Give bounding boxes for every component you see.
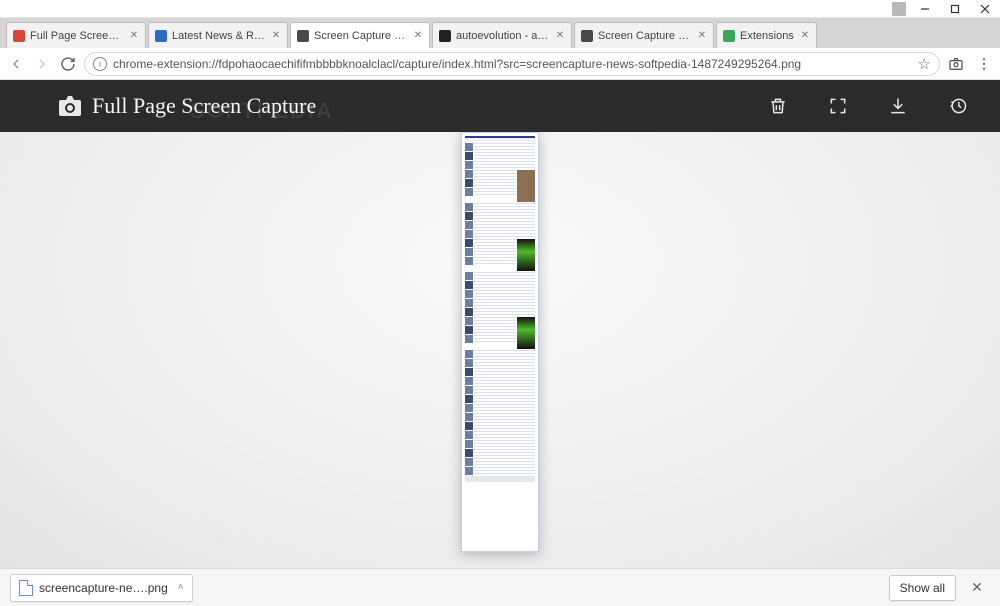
app-logo-camera-icon (58, 95, 82, 117)
download-icon[interactable] (888, 96, 908, 116)
favicon (297, 30, 309, 42)
tab-screen-capture-result-2[interactable]: Screen Capture Result ✕ (574, 22, 714, 48)
tab-close-icon[interactable]: ✕ (129, 31, 139, 41)
window-titlebar (0, 0, 1000, 18)
window-minimize-button[interactable] (910, 0, 940, 18)
tab-label: Full Page Screen Captu (30, 30, 123, 42)
captured-page-thumbnail[interactable] (461, 132, 539, 552)
browser-toolbar: i chrome-extension://fdpohaocaechififmbb… (0, 48, 1000, 80)
tab-label: Extensions (740, 30, 794, 42)
reload-icon[interactable] (60, 56, 76, 72)
window-close-button[interactable] (970, 0, 1000, 18)
show-all-label: Show all (900, 581, 945, 595)
tab-close-icon[interactable]: ✕ (697, 31, 707, 41)
header-actions (768, 96, 968, 116)
window-maximize-button[interactable] (940, 0, 970, 18)
menu-dots-icon[interactable] (976, 56, 992, 72)
show-all-button[interactable]: Show all (889, 575, 956, 601)
downloads-close-icon[interactable]: ✕ (964, 579, 990, 596)
tab-latest-news[interactable]: Latest News & Reviews ✕ (148, 22, 288, 48)
history-icon[interactable] (948, 96, 968, 116)
download-item[interactable]: screencapture-ne….png ˄ (10, 574, 193, 602)
tab-full-page-screen-capture[interactable]: Full Page Screen Captu ✕ (6, 22, 146, 48)
download-filename: screencapture-ne….png (39, 581, 168, 595)
url-text: chrome-extension://fdpohaocaechififmbbbb… (113, 57, 912, 71)
tab-extensions[interactable]: Extensions ✕ (716, 22, 817, 48)
extension-camera-icon[interactable] (948, 56, 964, 72)
favicon (439, 30, 451, 42)
downloads-bar: screencapture-ne….png ˄ Show all ✕ (0, 568, 1000, 606)
forward-icon[interactable] (34, 56, 50, 72)
capture-viewport (0, 132, 1000, 568)
window-controls (910, 0, 1000, 18)
favicon (581, 30, 593, 42)
app-header: Full Page Screen Capture SOFTPEDIA (0, 80, 1000, 132)
tab-close-icon[interactable]: ✕ (800, 31, 810, 41)
expand-icon[interactable] (828, 96, 848, 116)
tab-label: Screen Capture Result (314, 30, 407, 42)
tab-label: autoevolution - autom (456, 30, 549, 42)
tab-autoevolution[interactable]: autoevolution - autom ✕ (432, 22, 572, 48)
user-profile-badge[interactable] (892, 2, 906, 16)
favicon (723, 30, 735, 42)
back-icon[interactable] (8, 56, 24, 72)
address-bar[interactable]: i chrome-extension://fdpohaocaechififmbb… (84, 52, 940, 76)
tab-close-icon[interactable]: ✕ (555, 31, 565, 41)
tab-screen-capture-result-active[interactable]: Screen Capture Result ✕ (290, 22, 430, 48)
tab-close-icon[interactable]: ✕ (413, 31, 423, 41)
browser-tabstrip: Full Page Screen Captu ✕ Latest News & R… (0, 18, 1000, 48)
file-icon (19, 580, 33, 596)
tab-label: Latest News & Reviews (172, 30, 265, 42)
tab-close-icon[interactable]: ✕ (271, 31, 281, 41)
watermark-text: SOFTPEDIA (190, 98, 334, 124)
nav-buttons (8, 56, 76, 72)
tab-label: Screen Capture Result (598, 30, 691, 42)
favicon (13, 30, 25, 42)
toolbar-right (948, 56, 992, 72)
bookmark-star-icon[interactable]: ☆ (918, 55, 931, 73)
site-info-icon[interactable]: i (93, 57, 107, 71)
delete-icon[interactable] (768, 96, 788, 116)
chevron-up-icon[interactable]: ˄ (178, 582, 184, 593)
favicon (155, 30, 167, 42)
